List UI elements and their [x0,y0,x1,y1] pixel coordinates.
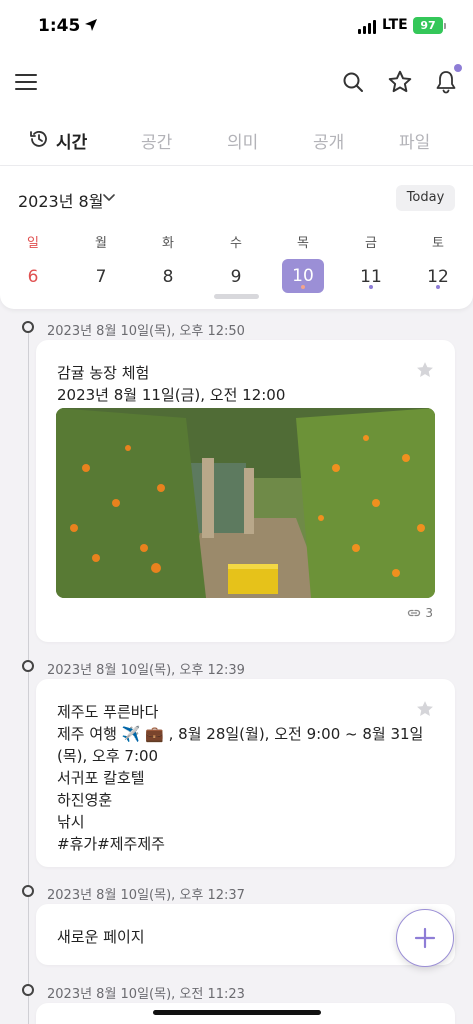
status-bar: 1:45 LTE 97 [0,0,473,52]
entry-line: 서귀포 칼호텔 [57,769,145,787]
timeline-node [22,321,34,333]
calendar-day[interactable]: 9 [215,261,257,293]
link-icon [408,609,421,617]
battery-icon: 97 [413,17,443,34]
link-count: 3 [407,606,433,620]
weekday-label: 목 [297,236,309,251]
entry-line: (목), 오후 7:00 [57,747,159,765]
calendar-day[interactable]: 8 [147,261,189,293]
bell-icon[interactable] [434,69,458,95]
entry-title: 제주도 푸른바다 [57,703,159,721]
entry-line: 하진영훈 [57,791,113,809]
signal-icon [358,20,376,34]
entry-date: 2023년 8월 11일(금), 오전 12:00 [57,386,286,404]
week-calendar: 2023년 8월 Today 일 월 화 수 목 금 토 6 7 8 9 10 … [0,166,473,309]
entry-timestamp: 2023년 8월 10일(목), 오전 11:23 [47,987,245,1002]
weekday-label: 수 [230,236,242,251]
weekday-label: 화 [162,236,174,251]
timeline-node [22,984,34,996]
tab-file[interactable]: 파일 [399,128,430,153]
timeline-node [22,885,34,897]
calendar-day[interactable]: 7 [80,261,122,293]
history-clock-icon [30,131,47,147]
home-indicator [153,1010,321,1015]
tab-time[interactable]: 시간 [56,128,87,153]
entry-timestamp: 2023년 8월 10일(목), 오후 12:39 [47,663,245,678]
location-arrow-icon [85,19,97,31]
search-icon[interactable] [341,70,365,94]
weekday-label: 금 [365,236,377,251]
entry-line: 제주 여행 ✈️ 💼 , 8월 28일(월), 오전 9:00 ~ 8월 31일 [57,725,424,743]
weekday-label: 토 [432,236,444,251]
link-count-value: 3 [425,606,433,620]
entry-title: 감귤 농장 체험 [57,364,150,382]
favorite-star-icon[interactable] [415,699,435,719]
plus-icon [414,927,435,948]
menu-icon[interactable] [14,72,38,92]
event-dot [436,285,440,289]
notification-badge [454,64,462,72]
today-button[interactable]: Today [396,185,455,211]
view-tabs: 시간 공간 의미 공개 파일 [0,112,473,166]
weekday-label: 일 [27,236,39,251]
tangerine-farm-photo[interactable] [56,408,435,598]
calendar-day[interactable]: 6 [12,261,54,293]
calendar-drag-handle[interactable] [214,294,259,299]
weekday-label: 월 [95,236,107,251]
tab-meaning[interactable]: 의미 [227,128,258,153]
entry-title: 새로운 페이지 [57,928,145,946]
status-time: 1:45 [38,16,81,36]
entry-line: 낚시 [57,813,85,831]
battery-tip [444,23,446,29]
add-entry-button[interactable] [396,909,454,967]
timeline-node [22,660,34,672]
favorite-star-icon[interactable] [415,360,435,380]
timeline-line [28,326,29,1024]
entry-timestamp: 2023년 8월 10일(목), 오후 12:37 [47,888,245,903]
entry-card[interactable]: 감귤 농장 체험 2023년 8월 11일(금), 오전 12:00 3 [36,340,455,642]
entry-card[interactable]: 제주도 푸른바다 제주 여행 ✈️ 💼 , 8월 28일(월), 오전 9:00… [36,679,455,867]
star-icon[interactable] [387,69,413,95]
network-label: LTE [382,17,408,33]
chevron-down-icon[interactable] [103,194,115,202]
month-selector[interactable]: 2023년 8월 [18,188,103,212]
event-dot [301,285,305,289]
app-header [0,52,473,112]
entry-tags: #휴가#제주제주 [57,835,165,853]
event-dot [369,285,373,289]
entry-timestamp: 2023년 8월 10일(목), 오후 12:50 [47,324,245,339]
tab-public[interactable]: 공개 [313,128,344,153]
entry-card[interactable]: 새로운 페이지 [36,904,455,965]
tab-space[interactable]: 공간 [141,128,172,153]
